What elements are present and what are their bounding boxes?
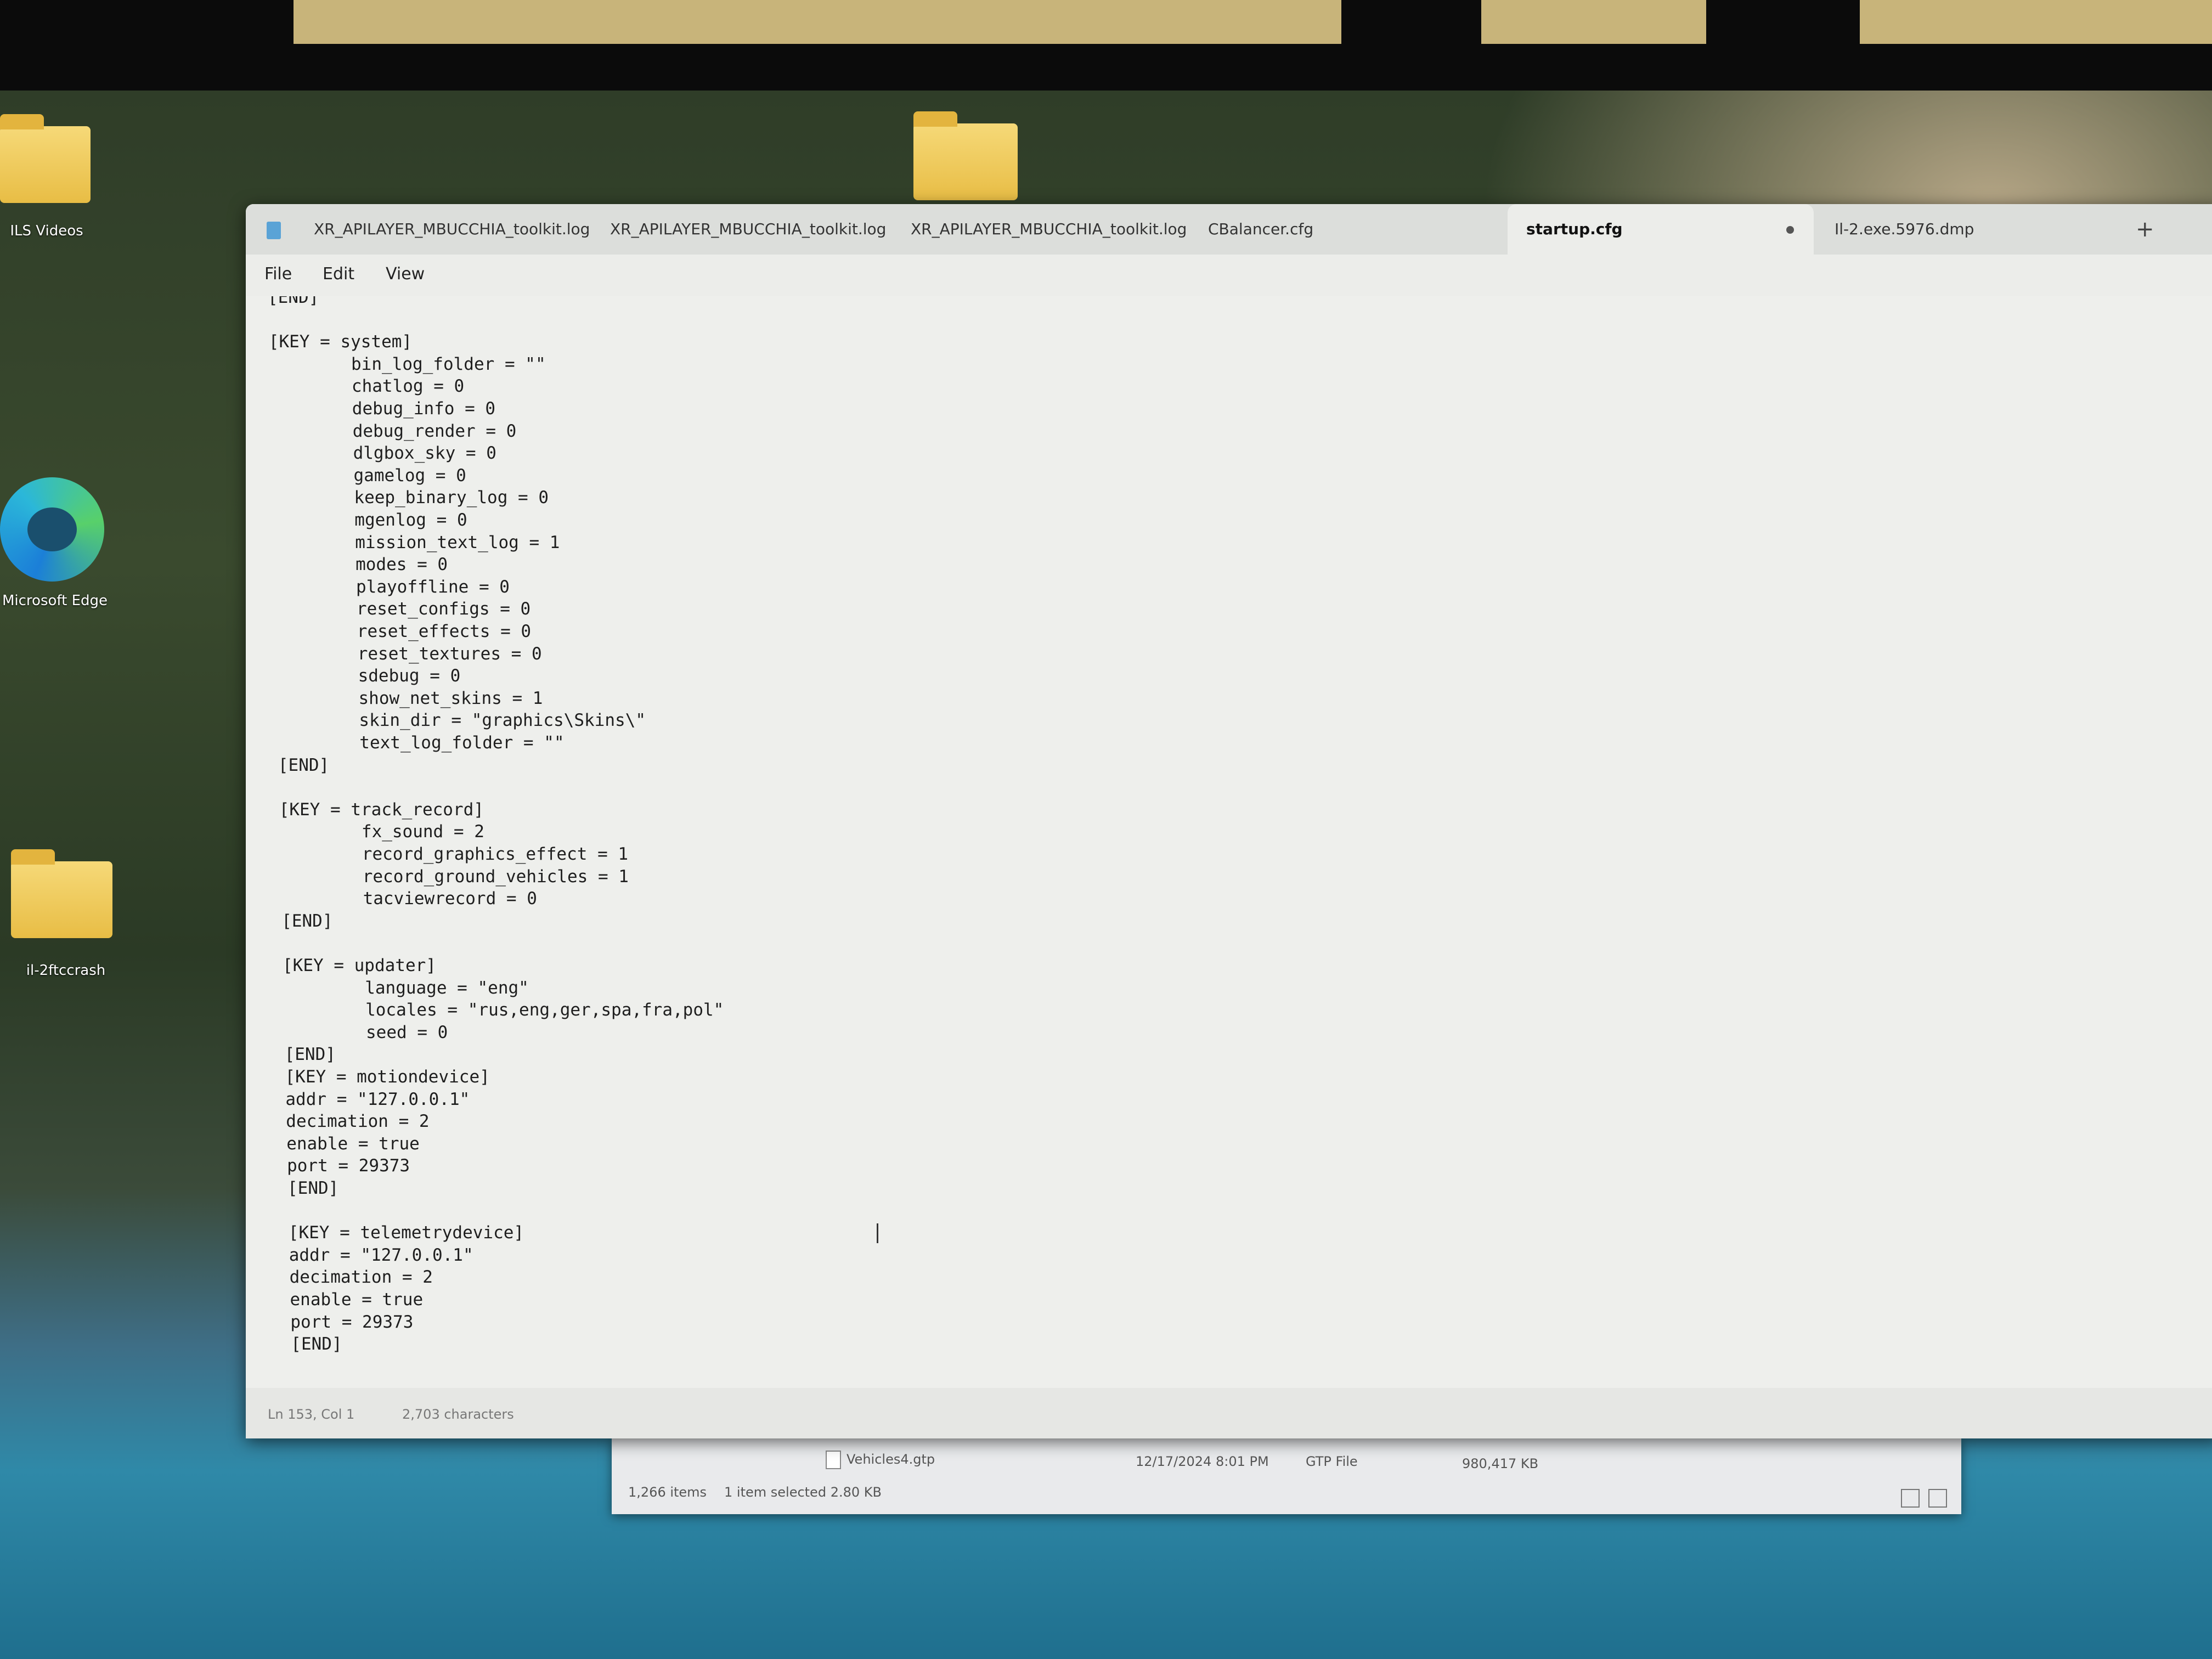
editor-line: modes = 0: [273, 555, 448, 575]
editor-line: reset_effects = 0: [275, 622, 532, 641]
file-name[interactable]: Vehicles4.gtp: [847, 1452, 935, 1467]
menu-view[interactable]: View: [386, 264, 425, 284]
editor-line: bin_log_folder = "": [269, 354, 546, 374]
editor-line: playoffline = 0: [274, 577, 510, 597]
folder-icon: [913, 111, 1018, 200]
desktop-icon-microsoft-edge[interactable]: Microsoft Edge: [0, 477, 110, 609]
desktop-icon-label: Microsoft Edge: [2, 592, 108, 609]
monitor-bezel: [0, 0, 2212, 96]
tab-toolkit-log-1[interactable]: XR_APILAYER_MBUCCHIA_toolkit.log: [295, 204, 608, 255]
zip-folder-icon: [11, 849, 112, 938]
editor-line: mgenlog = 0: [273, 510, 467, 530]
character-count: 2,703 characters: [402, 1407, 514, 1422]
background-strip: [1860, 0, 2212, 44]
editor-line: addr = "127.0.0.1": [285, 1089, 470, 1109]
desktop-icon-ils-videos[interactable]: ILS Videos: [0, 114, 93, 239]
editor-line: [END]: [268, 296, 319, 307]
file-type: GTP File: [1306, 1454, 1358, 1469]
notepad-app-icon: [267, 222, 281, 239]
details-view-icon[interactable]: [1901, 1489, 1920, 1508]
editor-line: record_graphics_effect = 1: [280, 844, 629, 864]
desktop-icon-label: il-2ftccrash: [26, 962, 106, 979]
notepad-window: XR_APILAYER_MBUCCHIA_toolkit.log XR_APIL…: [246, 204, 2212, 1438]
tab-label: startup.cfg: [1526, 220, 1623, 238]
menu-file[interactable]: File: [264, 264, 292, 284]
tab-toolkit-log-2[interactable]: XR_APILAYER_MBUCCHIA_toolkit.log: [591, 204, 905, 255]
editor-line: tacviewrecord = 0: [281, 889, 537, 909]
status-bar: Ln 153, Col 1 2,703 characters: [246, 1388, 2212, 1438]
editor-line: locales = "rus,eng,ger,spa,fra,pol": [283, 1000, 724, 1020]
editor-line: show_net_skins = 1: [276, 688, 543, 708]
background-strip: [294, 0, 1341, 44]
editor-line: keep_binary_log = 0: [272, 488, 549, 508]
unsaved-dot-icon: [1786, 226, 1794, 234]
menu-edit[interactable]: Edit: [323, 264, 354, 284]
edge-icon: [0, 477, 104, 582]
file-explorer-window[interactable]: Vehicles4.gtp 12/17/2024 8:01 PM GTP Fil…: [612, 1438, 1961, 1514]
editor-line: dlgbox_sky = 0: [271, 443, 496, 464]
desktop-folder[interactable]: [913, 111, 1018, 200]
item-count: 1,266 items: [628, 1485, 707, 1500]
editor-line: [END]: [278, 755, 330, 775]
editor-line: [END]: [287, 1178, 339, 1198]
editor-line: debug_info = 0: [270, 399, 496, 419]
editor-line: fx_sound = 2: [279, 822, 484, 842]
tab-toolkit-log-3[interactable]: XR_APILAYER_MBUCCHIA_toolkit.log: [892, 204, 1205, 255]
editor-line: [KEY = system]: [268, 332, 413, 352]
editor-line: [END]: [291, 1334, 342, 1355]
editor-line: [KEY = updater]: [283, 956, 436, 975]
tab-startup-cfg[interactable]: startup.cfg: [1508, 204, 1814, 255]
editor-line: enable = true: [290, 1290, 424, 1310]
tab-bar: XR_APILAYER_MBUCCHIA_toolkit.log XR_APIL…: [246, 204, 2212, 255]
editor-line: port = 29373: [290, 1312, 414, 1332]
editor-line: reset_textures = 0: [275, 644, 542, 664]
text-editor[interactable]: [END] [KEY = system] bin_log_folder = "" …: [246, 296, 2212, 1388]
selection-info: 1 item selected 2.80 KB: [724, 1485, 882, 1500]
editor-line: text_log_folder = "": [278, 733, 565, 753]
editor-line: decimation = 2: [286, 1111, 430, 1132]
editor-line: language = "eng": [283, 978, 529, 998]
cursor-position: Ln 153, Col 1: [268, 1407, 355, 1422]
editor-line: addr = "127.0.0.1": [289, 1245, 473, 1265]
editor-line: [KEY = motiondevice]: [285, 1067, 490, 1087]
editor-line: [KEY = track_record]: [279, 799, 484, 820]
editor-line: decimation = 2: [289, 1267, 433, 1288]
file-modified: 12/17/2024 8:01 PM: [1136, 1454, 1269, 1469]
editor-line: skin_dir = "graphics\Skins\": [277, 710, 646, 731]
editor-line: chatlog = 0: [269, 376, 465, 397]
editor-line: gamelog = 0: [272, 465, 466, 486]
new-tab-button[interactable]: +: [2136, 204, 2154, 255]
desktop-icon-il-2ftccrash[interactable]: il-2ftccrash: [11, 849, 121, 979]
editor-line: mission_text_log = 1: [273, 532, 560, 552]
editor-line: seed = 0: [284, 1022, 448, 1042]
editor-line: debug_render = 0: [270, 421, 517, 441]
editor-line: [END]: [284, 1045, 336, 1065]
editor-line: [KEY = telemetrydevice]: [288, 1223, 524, 1243]
editor-line: enable = true: [286, 1133, 420, 1154]
editor-line: reset_configs = 0: [274, 599, 531, 619]
editor-line: port = 29373: [287, 1156, 410, 1176]
file-icon: [826, 1451, 841, 1469]
desktop-icon-label: ILS Videos: [10, 223, 83, 239]
editor-line: record_ground_vehicles = 1: [280, 866, 629, 887]
menu-bar: File Edit View: [246, 255, 2212, 296]
text-cursor-icon: [877, 1223, 878, 1243]
tiles-view-icon[interactable]: [1928, 1489, 1947, 1508]
file-size: 980,417 KB: [1462, 1456, 1539, 1471]
folder-icon: [0, 114, 91, 203]
tab-il2-dmp[interactable]: Il-2.exe.5976.dmp: [1816, 204, 1993, 255]
editor-line: [END]: [281, 911, 333, 931]
editor-line: sdebug = 0: [276, 666, 461, 686]
background-strip: [1481, 0, 1706, 44]
tab-cbalancer-cfg[interactable]: CBalancer.cfg: [1189, 204, 1332, 255]
